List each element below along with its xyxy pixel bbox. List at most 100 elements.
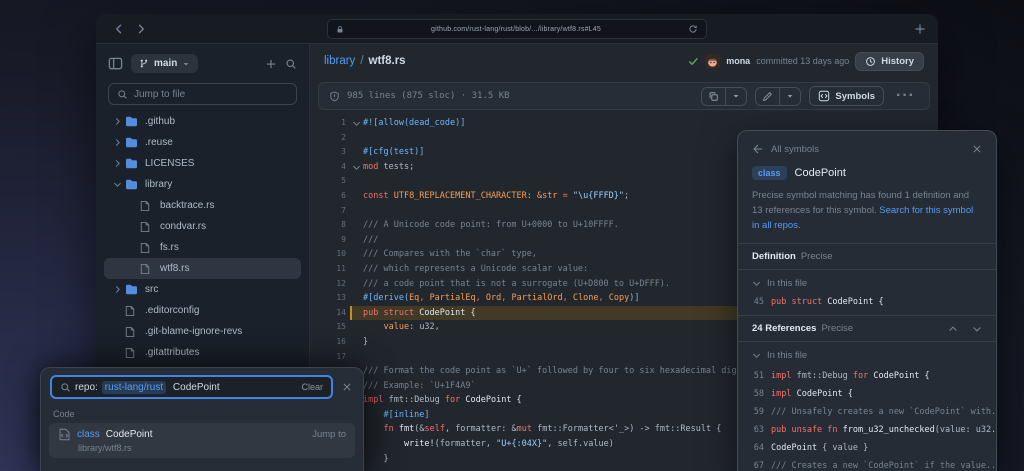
line-content: fn fmt(&self, formatter: &mut fmt::Forma… bbox=[383, 424, 722, 435]
new-tab-button[interactable] bbox=[914, 23, 926, 35]
line-number[interactable]: 5 bbox=[310, 174, 350, 189]
close-icon[interactable] bbox=[340, 380, 354, 394]
tree-item-label: backtrace.rs bbox=[160, 200, 215, 211]
tree-item-label: wtf8.rs bbox=[160, 263, 190, 274]
tree-item[interactable]: library bbox=[104, 174, 301, 195]
check-icon[interactable] bbox=[688, 56, 699, 67]
tree-item[interactable]: condvar.rs bbox=[104, 216, 301, 237]
more-options-button[interactable]: ··· bbox=[892, 87, 919, 105]
line-number[interactable]: 8 bbox=[310, 218, 350, 233]
in-this-file-label: In this file bbox=[767, 278, 808, 289]
history-button[interactable]: History bbox=[855, 51, 924, 71]
clear-button[interactable]: Clear bbox=[301, 382, 323, 392]
tree-item[interactable]: backtrace.rs bbox=[104, 195, 301, 216]
line-number[interactable]: 2 bbox=[310, 131, 350, 146]
line-number[interactable]: 4 bbox=[310, 160, 350, 175]
reference-row[interactable]: 58 impl CodePoint { bbox=[738, 385, 996, 403]
line-number[interactable]: 3 bbox=[310, 145, 350, 160]
line-number[interactable]: 12 bbox=[310, 277, 350, 292]
reference-line-number: 45 bbox=[753, 297, 764, 307]
sidebar-toolbar: main bbox=[96, 52, 309, 81]
line-content: } bbox=[363, 453, 389, 464]
tree-item[interactable]: wtf8.rs bbox=[104, 258, 301, 279]
branch-selector[interactable]: main bbox=[131, 54, 199, 73]
jump-to-file-input[interactable]: Jump to file bbox=[108, 83, 297, 105]
edit-dropdown-caret-icon[interactable] bbox=[779, 87, 800, 105]
line-number[interactable]: 16 bbox=[310, 335, 350, 350]
definition-file-section[interactable]: In this file bbox=[738, 270, 996, 293]
chevron-down-icon[interactable] bbox=[972, 324, 982, 334]
reference-row[interactable]: 51 impl fmt::Debug for CodePoint { bbox=[738, 367, 996, 385]
line-number[interactable]: 6 bbox=[310, 189, 350, 204]
line-number[interactable]: 14 bbox=[310, 306, 350, 321]
chevron-right-icon bbox=[110, 285, 125, 294]
avatar[interactable] bbox=[705, 53, 721, 69]
tree-item[interactable]: .gitattributes bbox=[104, 342, 301, 363]
fold-chevron-icon[interactable] bbox=[350, 160, 363, 175]
reference-snippet: impl fmt::Debug for CodePoint { bbox=[771, 371, 930, 381]
committer-name[interactable]: mona bbox=[726, 56, 750, 66]
tree-item[interactable]: .reuse bbox=[104, 132, 301, 153]
reload-icon[interactable] bbox=[688, 24, 698, 34]
fold-chevron-icon[interactable] bbox=[350, 116, 363, 131]
line-number[interactable]: 17 bbox=[310, 350, 350, 365]
search-input[interactable]: repo: rust-lang/rust CodePoint Clear bbox=[50, 375, 333, 399]
all-symbols-label[interactable]: All symbols bbox=[771, 144, 819, 155]
tree-item[interactable]: .github bbox=[104, 111, 301, 132]
jump-to-file-placeholder: Jump to file bbox=[134, 88, 186, 100]
line-number[interactable]: 9 bbox=[310, 233, 350, 248]
result-name: CodePoint bbox=[105, 429, 153, 440]
line-number[interactable]: 13 bbox=[310, 291, 350, 306]
url-text: github.com/rust-lang/rust/blob/.../libra… bbox=[431, 25, 601, 33]
file-icon bbox=[125, 347, 141, 359]
url-bar[interactable]: github.com/rust-lang/rust/blob/.../libra… bbox=[327, 19, 707, 39]
line-content: #[cfg(test)] bbox=[363, 147, 425, 158]
tree-item[interactable]: fs.rs bbox=[104, 237, 301, 258]
file-icon bbox=[125, 305, 141, 317]
folder-icon bbox=[125, 116, 141, 127]
reference-row[interactable]: 59 /// Unsafely creates a new `CodePoint`… bbox=[738, 403, 996, 421]
copy-dropdown-caret-icon[interactable] bbox=[725, 87, 746, 105]
tree-item[interactable]: .editorconfig bbox=[104, 300, 301, 321]
forward-button[interactable] bbox=[130, 23, 152, 35]
code-line[interactable]: 1 #![allow(dead_code)] bbox=[310, 116, 938, 131]
symbols-button[interactable]: Symbols bbox=[809, 86, 885, 106]
tree-item[interactable]: LICENSES bbox=[104, 153, 301, 174]
query-repo-qualifier: rust-lang/rust bbox=[101, 380, 167, 394]
reference-row[interactable]: 45 pub struct CodePoint { bbox=[738, 293, 996, 315]
file-info-icon bbox=[329, 91, 340, 102]
line-number[interactable]: 11 bbox=[310, 262, 350, 277]
line-number[interactable]: 1 bbox=[310, 116, 350, 131]
back-button[interactable] bbox=[108, 23, 130, 35]
references-file-section[interactable]: In this file bbox=[738, 342, 996, 365]
definition-label: Definition bbox=[752, 251, 796, 262]
edit-pencil-icon[interactable] bbox=[756, 88, 779, 105]
reference-snippet: impl CodePoint { bbox=[771, 389, 853, 399]
tree-item[interactable]: src bbox=[104, 279, 301, 300]
line-number[interactable]: 10 bbox=[310, 247, 350, 262]
tree-item[interactable]: .git-blame-ignore-revs bbox=[104, 321, 301, 342]
chevron-up-icon[interactable] bbox=[948, 324, 958, 334]
copy-button-group bbox=[701, 86, 748, 106]
reference-row[interactable]: 63 pub unsafe fn from_u32_unchecked(value… bbox=[738, 421, 996, 439]
line-content: /// which represents a Unicode scalar va… bbox=[363, 263, 589, 274]
breadcrumb-dir[interactable]: library bbox=[324, 55, 355, 67]
sidebar-toggle-icon[interactable] bbox=[108, 56, 123, 71]
reference-row[interactable]: 67 /// Creates a new `CodePoint` if the v… bbox=[738, 457, 996, 471]
file-icon bbox=[140, 221, 156, 233]
copy-icon[interactable] bbox=[702, 88, 725, 105]
line-content: /// bbox=[363, 234, 379, 245]
commit-meta: mona committed 13 days ago History bbox=[688, 51, 924, 71]
close-icon[interactable] bbox=[972, 144, 982, 154]
search-result-item[interactable]: class CodePoint Jump to library/wtf8.rs bbox=[49, 423, 355, 458]
new-file-plus-icon[interactable] bbox=[265, 58, 277, 70]
line-number[interactable]: 15 bbox=[310, 320, 350, 335]
back-arrow-icon[interactable] bbox=[752, 143, 764, 155]
search-icon[interactable] bbox=[285, 58, 297, 70]
lock-icon bbox=[336, 25, 344, 34]
line-content: /// Format the code point as `U+` follow… bbox=[363, 366, 752, 377]
tree-item-label: LICENSES bbox=[145, 158, 195, 169]
line-number[interactable]: 7 bbox=[310, 204, 350, 219]
reference-row[interactable]: 64 CodePoint { value } bbox=[738, 439, 996, 457]
file-tree: .github .reuse LICENSES library backtrace.rs… bbox=[96, 111, 309, 363]
